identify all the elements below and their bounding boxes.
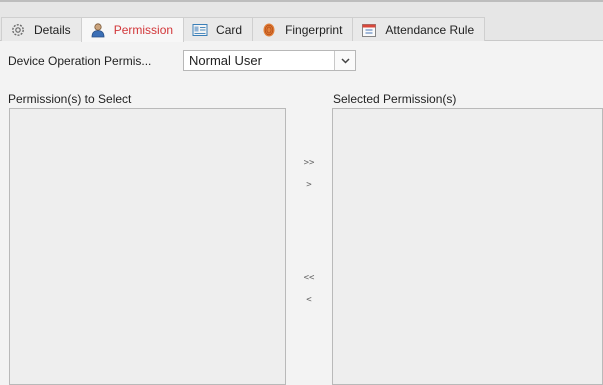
card-icon <box>192 22 208 38</box>
remove-all-button[interactable]: << <box>295 273 323 283</box>
tab-label: Details <box>34 22 71 37</box>
tab-attendance-rule[interactable]: Attendance Rule <box>352 17 486 41</box>
permissions-to-select-list[interactable] <box>9 108 286 385</box>
selected-permissions-label: Selected Permission(s) <box>333 92 457 106</box>
device-operation-permission-select[interactable]: Normal User <box>183 50 356 71</box>
calendar-icon <box>361 22 377 38</box>
tab-card[interactable]: Card <box>183 17 254 41</box>
tab-permission[interactable]: Permission <box>80 17 185 42</box>
tab-fingerprint[interactable]: Fingerprint <box>252 17 354 41</box>
tab-label: Attendance Rule <box>385 22 475 37</box>
remove-one-button[interactable]: < <box>295 295 323 305</box>
selected-permissions-list[interactable] <box>332 108 603 385</box>
tab-label: Fingerprint <box>285 22 343 37</box>
fingerprint-icon <box>261 22 277 38</box>
tabs: Details Permission Card Fingerprint Atte… <box>1 17 486 42</box>
add-all-button[interactable]: >> <box>295 158 323 168</box>
tab-label: Permission <box>113 23 174 37</box>
tab-label: Card <box>216 22 243 37</box>
chevron-down-icon[interactable] <box>334 51 355 70</box>
select-value: Normal User <box>189 53 262 68</box>
permissions-to-select-label: Permission(s) to Select <box>8 92 132 106</box>
user-icon <box>90 22 106 38</box>
device-operation-permission-label: Device Operation Permis... <box>8 54 152 68</box>
tab-details[interactable]: Details <box>1 17 82 41</box>
add-one-button[interactable]: > <box>295 180 323 190</box>
gear-icon <box>10 22 26 38</box>
tab-bar: Details Permission Card Fingerprint Atte… <box>0 0 603 42</box>
